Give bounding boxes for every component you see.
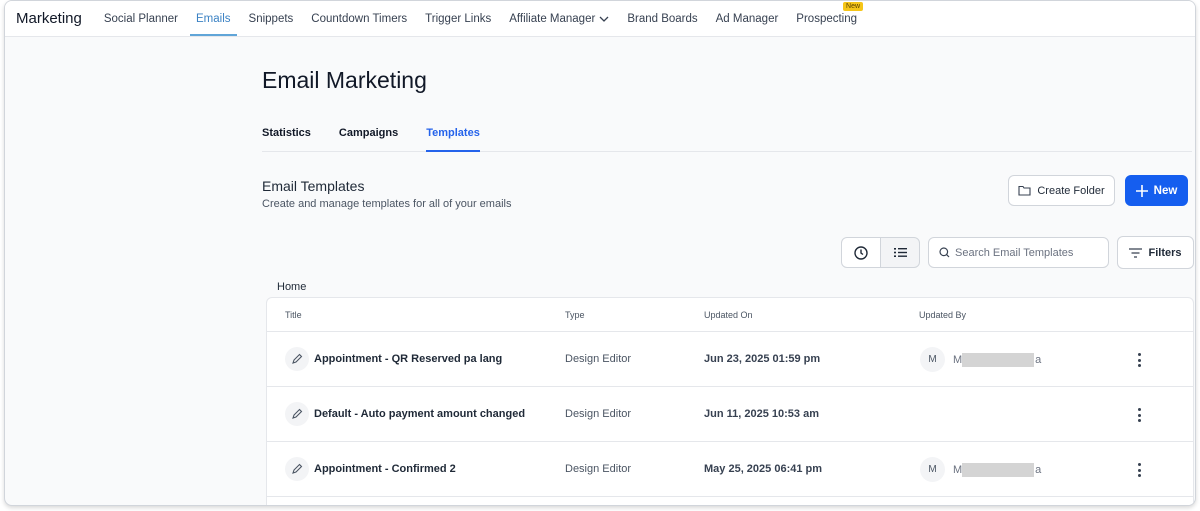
templates-table: Title Type Updated On Updated By Appoint… bbox=[266, 297, 1194, 505]
table-row[interactable]: Default - Auto payment amount changed De… bbox=[267, 387, 1193, 442]
template-updated-on: Jun 11, 2025 10:53 am bbox=[704, 408, 819, 420]
nav-snippets[interactable]: Snippets bbox=[249, 1, 294, 37]
pencil-icon bbox=[285, 347, 309, 371]
tab-statistics[interactable]: Statistics bbox=[262, 127, 311, 152]
breadcrumb-home[interactable]: Home bbox=[277, 281, 306, 293]
pencil-icon bbox=[285, 402, 309, 426]
create-folder-label: Create Folder bbox=[1037, 184, 1105, 197]
user-name-start: M bbox=[953, 464, 963, 476]
updated-by: Ma bbox=[953, 353, 1041, 367]
search-input[interactable]: Search Email Templates bbox=[928, 237, 1109, 268]
nav-brand-boards[interactable]: Brand Boards bbox=[627, 1, 697, 37]
table-row[interactable]: Appointment - Confirmed 2 Design Editor … bbox=[267, 442, 1193, 497]
filters-label: Filters bbox=[1148, 246, 1182, 259]
template-updated-on: May 25, 2025 06:41 pm bbox=[704, 463, 823, 475]
plus-icon bbox=[1135, 184, 1148, 197]
create-folder-button[interactable]: Create Folder bbox=[1008, 175, 1115, 206]
user-name-end: a bbox=[1035, 464, 1042, 476]
nav-affiliate-label: Affiliate Manager bbox=[509, 12, 596, 25]
more-options-icon[interactable] bbox=[1133, 351, 1145, 369]
template-type: Design Editor bbox=[565, 408, 632, 420]
tabs: Statistics Campaigns Templates bbox=[262, 127, 1192, 152]
avatar: M bbox=[920, 347, 945, 372]
nav-prospecting[interactable]: Prospecting New bbox=[796, 1, 864, 37]
more-options-icon[interactable] bbox=[1133, 461, 1145, 479]
page-title: Email Marketing bbox=[262, 67, 427, 93]
nav-affiliate-manager[interactable]: Affiliate Manager bbox=[509, 1, 609, 37]
nav-countdown-timers[interactable]: Countdown Timers bbox=[311, 1, 407, 37]
nav-emails[interactable]: Emails bbox=[190, 1, 236, 37]
clock-icon bbox=[854, 245, 868, 260]
section-title: Email Templates bbox=[262, 178, 365, 194]
updated-by: Ma bbox=[953, 463, 1041, 477]
filter-icon bbox=[1129, 247, 1143, 258]
header-updated-on[interactable]: Updated On bbox=[704, 298, 753, 332]
nav-trigger-links[interactable]: Trigger Links bbox=[425, 1, 491, 37]
brand-title: Marketing bbox=[16, 10, 82, 27]
nav-ad-manager[interactable]: Ad Manager bbox=[716, 1, 779, 37]
redacted-name bbox=[962, 463, 1035, 477]
pencil-icon bbox=[285, 457, 309, 481]
user-name-start: M bbox=[953, 354, 963, 366]
chevron-down-icon bbox=[599, 16, 609, 22]
table-header: Title Type Updated On Updated By bbox=[267, 298, 1193, 332]
tab-templates[interactable]: Templates bbox=[426, 127, 480, 152]
new-label: New bbox=[1153, 184, 1178, 197]
header-type[interactable]: Type bbox=[565, 298, 585, 332]
recent-view-button[interactable] bbox=[841, 237, 881, 268]
table-row[interactable]: Appointment - QR Reserved pa lang Design… bbox=[267, 332, 1193, 387]
user-name-end: a bbox=[1035, 354, 1042, 366]
new-button[interactable]: New bbox=[1125, 175, 1188, 206]
list-icon bbox=[893, 248, 907, 257]
nav-social-planner[interactable]: Social Planner bbox=[104, 1, 178, 37]
redacted-name bbox=[962, 353, 1035, 367]
template-type: Design Editor bbox=[565, 463, 632, 475]
app-window: Marketing Social Planner Emails Snippets… bbox=[4, 0, 1196, 506]
top-nav: Marketing Social Planner Emails Snippets… bbox=[5, 1, 1195, 37]
template-title[interactable]: Appointment - Confirmed 2 bbox=[314, 442, 456, 497]
header-title[interactable]: Title bbox=[285, 298, 302, 332]
list-view-button[interactable] bbox=[880, 237, 920, 268]
section-subtitle: Create and manage templates for all of y… bbox=[262, 198, 512, 210]
header-updated-by[interactable]: Updated By bbox=[919, 298, 966, 332]
template-title[interactable]: Default - Auto payment amount changed bbox=[314, 387, 525, 442]
template-updated-on: Jun 23, 2025 01:59 pm bbox=[704, 353, 821, 365]
new-badge: New bbox=[843, 1, 864, 11]
avatar: M bbox=[920, 457, 945, 482]
folder-icon bbox=[1018, 185, 1031, 196]
filters-button[interactable]: Filters bbox=[1117, 236, 1194, 269]
search-placeholder: Search Email Templates bbox=[955, 246, 1074, 259]
template-type: Design Editor bbox=[565, 353, 632, 365]
more-options-icon[interactable] bbox=[1133, 406, 1145, 424]
tab-campaigns[interactable]: Campaigns bbox=[339, 127, 398, 152]
search-icon bbox=[939, 247, 950, 258]
template-title[interactable]: Appointment - QR Reserved pa lang bbox=[314, 332, 502, 387]
